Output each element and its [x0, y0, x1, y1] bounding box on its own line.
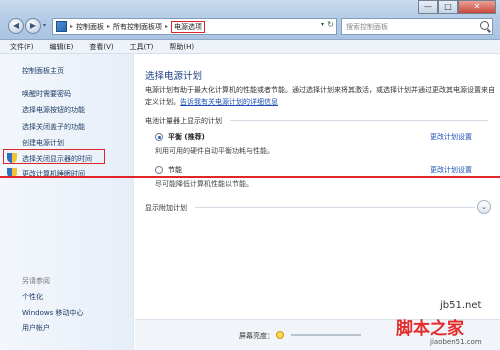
plan-desc-power-saver: 尽可能降低计算机性能以节能。	[155, 180, 253, 188]
shield-icon	[7, 153, 17, 163]
menu-file[interactable]: 文件(F)	[10, 42, 34, 52]
search-icon[interactable]	[480, 21, 489, 30]
address-dropdown-icon[interactable]: ▾	[321, 21, 324, 28]
breadcrumb-separator-icon[interactable]: ▸	[165, 23, 168, 30]
menu-help[interactable]: 帮助(H)	[169, 42, 194, 52]
watermark-site: jb51.net	[440, 300, 482, 311]
plan-desc-balanced: 利用可用的硬件自动平衡功耗与性能。	[155, 147, 274, 155]
menu-view[interactable]: 查看(V)	[89, 42, 113, 52]
brightness-label: 屏幕亮度：	[239, 332, 274, 340]
sidebar-item-power-button[interactable]: 选择电源按钮的功能	[22, 105, 85, 115]
menu-bar: 文件(F) 编辑(E) 查看(V) 工具(T) 帮助(H)	[0, 40, 500, 54]
page-title: 选择电源计划	[145, 71, 203, 82]
refresh-icon[interactable]: ↻	[327, 20, 334, 29]
breadcrumb-all-items[interactable]: 所有控制面板项	[113, 22, 162, 32]
sidebar-item-home[interactable]: 控制面板主页	[22, 66, 64, 76]
change-plan-settings-link[interactable]: 更改计划设置	[430, 165, 472, 175]
breadcrumb-separator-icon[interactable]: ▸	[107, 23, 110, 30]
watermark-brand: 脚本之家	[396, 319, 464, 339]
address-bar[interactable]: ▸ 控制面板 ▸ 所有控制面板项 ▸ 电源选项 ▾ ↻	[52, 18, 337, 35]
show-additional-plans-label[interactable]: 显示附加计划	[145, 203, 187, 213]
search-input[interactable]: 搜索控制面板	[341, 18, 493, 35]
plans-group-label: 电池计量器上显示的计划	[145, 117, 222, 125]
control-panel-icon	[56, 21, 67, 32]
breadcrumb-separator-icon: ▸	[70, 23, 74, 30]
sun-icon	[276, 331, 284, 339]
divider	[230, 120, 488, 121]
expand-icon[interactable]: ⌄	[477, 200, 491, 214]
back-button[interactable]: ◀	[8, 18, 24, 34]
sidebar: 控制面板主页 唤醒时需要密码 选择电源按钮的功能 选择关闭盖子的功能 创建电源计…	[0, 54, 134, 350]
sidebar-item-wake-password[interactable]: 唤醒时需要密码	[22, 89, 71, 99]
history-dropdown-icon[interactable]: ▾	[43, 22, 46, 29]
watermark: jb51.net 脚本之家 jiaoben51.com	[388, 300, 500, 350]
breadcrumb-power-options[interactable]: 电源选项	[171, 20, 206, 33]
menu-tools[interactable]: 工具(T)	[130, 42, 154, 52]
divider	[195, 207, 475, 208]
learn-more-link[interactable]: 告诉我有关电源计划的详细信息	[180, 98, 278, 106]
search-placeholder: 搜索控制面板	[346, 22, 388, 31]
plan-name-balanced[interactable]: 平衡 (推荐)	[168, 132, 205, 142]
sidebar-item-create-plan[interactable]: 创建电源计划	[22, 138, 64, 148]
power-saver-radio[interactable]	[155, 166, 163, 174]
see-also-mobility-center[interactable]: Windows 移动中心	[22, 308, 83, 318]
change-plan-settings-link[interactable]: 更改计划设置	[430, 132, 472, 142]
watermark-url: jiaoben51.com	[430, 338, 482, 346]
annotation-line	[0, 176, 500, 178]
balanced-radio[interactable]	[155, 133, 163, 141]
maximize-button[interactable]: □	[438, 0, 458, 14]
breadcrumb-control-panel[interactable]: 控制面板	[76, 22, 104, 32]
close-button[interactable]: ✕	[458, 0, 496, 14]
brightness-slider[interactable]	[291, 334, 361, 336]
sidebar-item-sleep[interactable]: 更改计算机睡眠时间	[22, 169, 85, 179]
minimize-button[interactable]: —	[418, 0, 438, 14]
page-description: 电源计划有助于最大化计算机的性能或者节能。通过选择计划来将其激活，或选择计划并通…	[145, 84, 495, 108]
forward-button[interactable]: ▶	[25, 18, 41, 34]
title-bar: — □ ✕ ◀ ▶ ▾ ▸ 控制面板 ▸ 所有控制面板项 ▸ 电源选项 ▾ ↻ …	[0, 0, 500, 40]
plan-name-power-saver[interactable]: 节能	[168, 165, 182, 175]
sidebar-item-lid[interactable]: 选择关闭盖子的功能	[22, 122, 85, 132]
menu-edit[interactable]: 编辑(E)	[50, 42, 74, 52]
see-also-user-accounts[interactable]: 用户帐户	[22, 323, 50, 333]
sidebar-item-display-off[interactable]: 选择关闭显示器的时间	[22, 154, 92, 164]
see-also-heading: 另请参阅	[22, 277, 50, 285]
see-also-personalization[interactable]: 个性化	[22, 292, 43, 302]
